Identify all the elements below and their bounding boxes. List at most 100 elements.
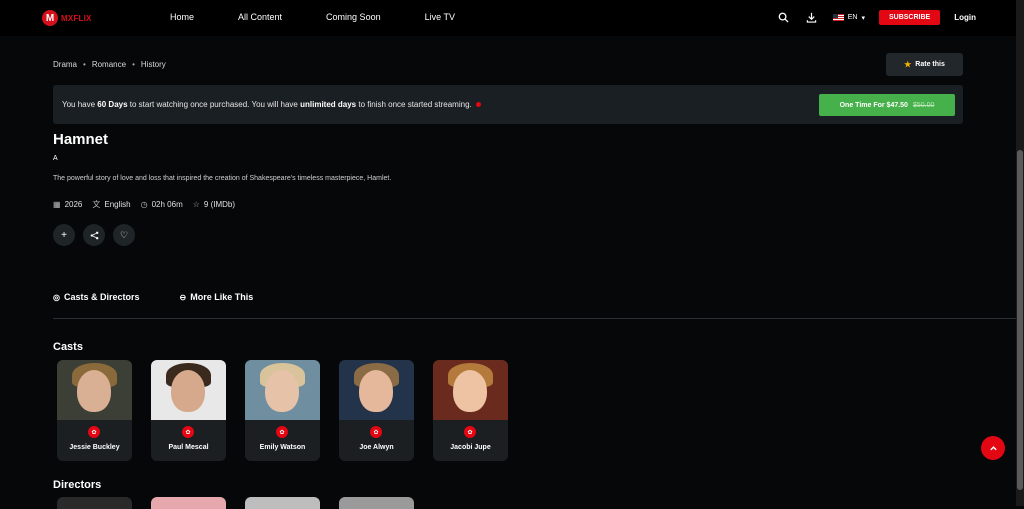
photo-face — [77, 370, 111, 412]
cast-photo — [339, 360, 414, 420]
buy-price-label: One Time For $47.50 — [839, 101, 908, 109]
rate-this-label: Rate this — [915, 61, 945, 68]
brand-logo[interactable]: M MXFLIX — [42, 10, 92, 26]
purchase-banner: You have 60 Days to start watching once … — [53, 85, 963, 124]
info-icon[interactable] — [475, 102, 481, 108]
casts-list: ✿ Jessie Buckley ✿ Paul Mescal ✿ Emily W… — [57, 360, 508, 461]
people-icon: ◎ — [53, 292, 60, 302]
cast-name: Jacobi Jupe — [450, 444, 491, 451]
tab-label: More Like This — [190, 292, 254, 302]
rate-this-button[interactable]: ★ Rate this — [886, 53, 963, 76]
award-icon: ✿ — [370, 426, 382, 438]
duration-meta: ◷ 02h 06m — [141, 199, 183, 210]
movie-description: The powerful story of love and loss that… — [53, 175, 392, 182]
photo-face — [171, 370, 205, 412]
cast-photo — [433, 360, 508, 420]
cast-name: Joe Alwyn — [359, 444, 394, 451]
tab-more-like-this[interactable]: ⊖ More Like This — [180, 292, 254, 302]
award-icon: ✿ — [276, 426, 288, 438]
directors-heading: Directors — [53, 479, 102, 491]
age-rating: A — [53, 155, 58, 162]
cast-photo — [151, 360, 226, 420]
old-price: $50.00 — [912, 101, 935, 109]
purchase-text-part: to finish once started streaming. — [356, 100, 472, 109]
director-card[interactable] — [57, 497, 132, 509]
scrollbar-thumb[interactable] — [1017, 150, 1023, 490]
genre-separator: • — [83, 60, 86, 69]
year-value: 2026 — [64, 200, 83, 209]
search-icon[interactable] — [777, 11, 791, 25]
heart-icon: ♡ — [119, 229, 129, 240]
cast-name: Emily Watson — [259, 444, 306, 451]
clock-icon: ◷ — [140, 200, 148, 209]
nav-live-tv[interactable]: Live TV — [425, 12, 455, 22]
director-card[interactable] — [339, 497, 414, 509]
photo-face — [265, 370, 299, 412]
genre-drama[interactable]: Drama — [53, 60, 77, 69]
purchase-text-part: to start watching once purchased. You wi… — [127, 100, 301, 109]
genre-history[interactable]: History — [141, 60, 166, 69]
cast-name: Jessie Buckley — [69, 444, 120, 451]
genre-separator: • — [132, 60, 135, 69]
award-icon: ✿ — [88, 426, 100, 438]
logo-icon: M — [42, 10, 58, 26]
purchase-unlimited: unlimited days — [300, 100, 357, 109]
subscribe-button[interactable]: SUBSCRIBE — [878, 10, 941, 25]
circle-minus-icon: ⊖ — [179, 292, 187, 302]
logo-text: MXFLIX — [61, 13, 92, 23]
download-icon[interactable] — [805, 11, 819, 25]
cast-card[interactable]: ✿ Jacobi Jupe — [433, 360, 508, 461]
casts-heading: Casts — [53, 341, 83, 353]
purchase-days: 60 Days — [97, 100, 128, 109]
language-value: English — [104, 200, 131, 209]
director-card[interactable] — [151, 497, 226, 509]
year-meta: ▦ 2026 — [53, 199, 82, 210]
back-to-top-button[interactable] — [981, 436, 1005, 460]
genre-romance[interactable]: Romance — [92, 60, 126, 69]
cast-photo — [57, 360, 132, 420]
share-button[interactable] — [83, 224, 105, 246]
director-card[interactable] — [245, 497, 320, 509]
translate-icon: 文 — [92, 200, 101, 209]
tabs-divider — [53, 318, 1016, 319]
imdb-meta: ☆ 9 (IMDb) — [193, 199, 235, 210]
chevron-down-icon: ▾ — [861, 14, 865, 22]
imdb-value: 9 (IMDb) — [203, 200, 236, 209]
plus-icon: + — [61, 229, 67, 241]
nav-home[interactable]: Home — [170, 12, 194, 22]
language-meta: 文 English — [92, 199, 130, 210]
movie-actions: + ♡ — [53, 224, 135, 246]
movie-meta: ▦ 2026 文 English ◷ 02h 06m ☆ 9 (IMDb) — [53, 199, 235, 210]
favorite-button[interactable]: ♡ — [113, 224, 135, 246]
main-nav: Home All Content Coming Soon Live TV — [170, 12, 499, 22]
language-label: EN — [847, 14, 858, 21]
cast-card[interactable]: ✿ Joe Alwyn — [339, 360, 414, 461]
duration-value: 02h 06m — [151, 200, 183, 209]
cast-card[interactable]: ✿ Emily Watson — [245, 360, 320, 461]
directors-list — [57, 497, 414, 509]
genre-list: Drama • Romance • History — [53, 60, 166, 69]
language-selector[interactable]: EN ▾ — [832, 14, 865, 22]
award-icon: ✿ — [464, 426, 476, 438]
header-actions: EN ▾ SUBSCRIBE Login — [777, 10, 976, 25]
photo-face — [453, 370, 487, 412]
star-icon: ★ — [904, 60, 912, 69]
purchase-info-text: You have 60 Days to start watching once … — [62, 100, 481, 109]
award-icon: ✿ — [182, 426, 194, 438]
us-flag-icon — [832, 14, 844, 21]
star-outline-icon: ☆ — [192, 200, 200, 209]
cast-name: Paul Mescal — [168, 444, 209, 451]
nav-coming-soon[interactable]: Coming Soon — [326, 12, 381, 22]
cast-photo — [245, 360, 320, 420]
photo-face — [359, 370, 393, 412]
page-scrollbar[interactable] — [1016, 0, 1024, 506]
login-link[interactable]: Login — [954, 13, 976, 22]
cast-card[interactable]: ✿ Paul Mescal — [151, 360, 226, 461]
buy-button[interactable]: One Time For $47.50 $50.00 — [819, 94, 955, 116]
top-navigation-bar: M MXFLIX Home All Content Coming Soon Li… — [0, 0, 1016, 36]
add-to-list-button[interactable]: + — [53, 224, 75, 246]
tab-casts-directors[interactable]: ◎ Casts & Directors — [53, 292, 140, 302]
nav-all-content[interactable]: All Content — [238, 12, 282, 22]
cast-card[interactable]: ✿ Jessie Buckley — [57, 360, 132, 461]
content-tabs: ◎ Casts & Directors ⊖ More Like This — [53, 292, 253, 302]
